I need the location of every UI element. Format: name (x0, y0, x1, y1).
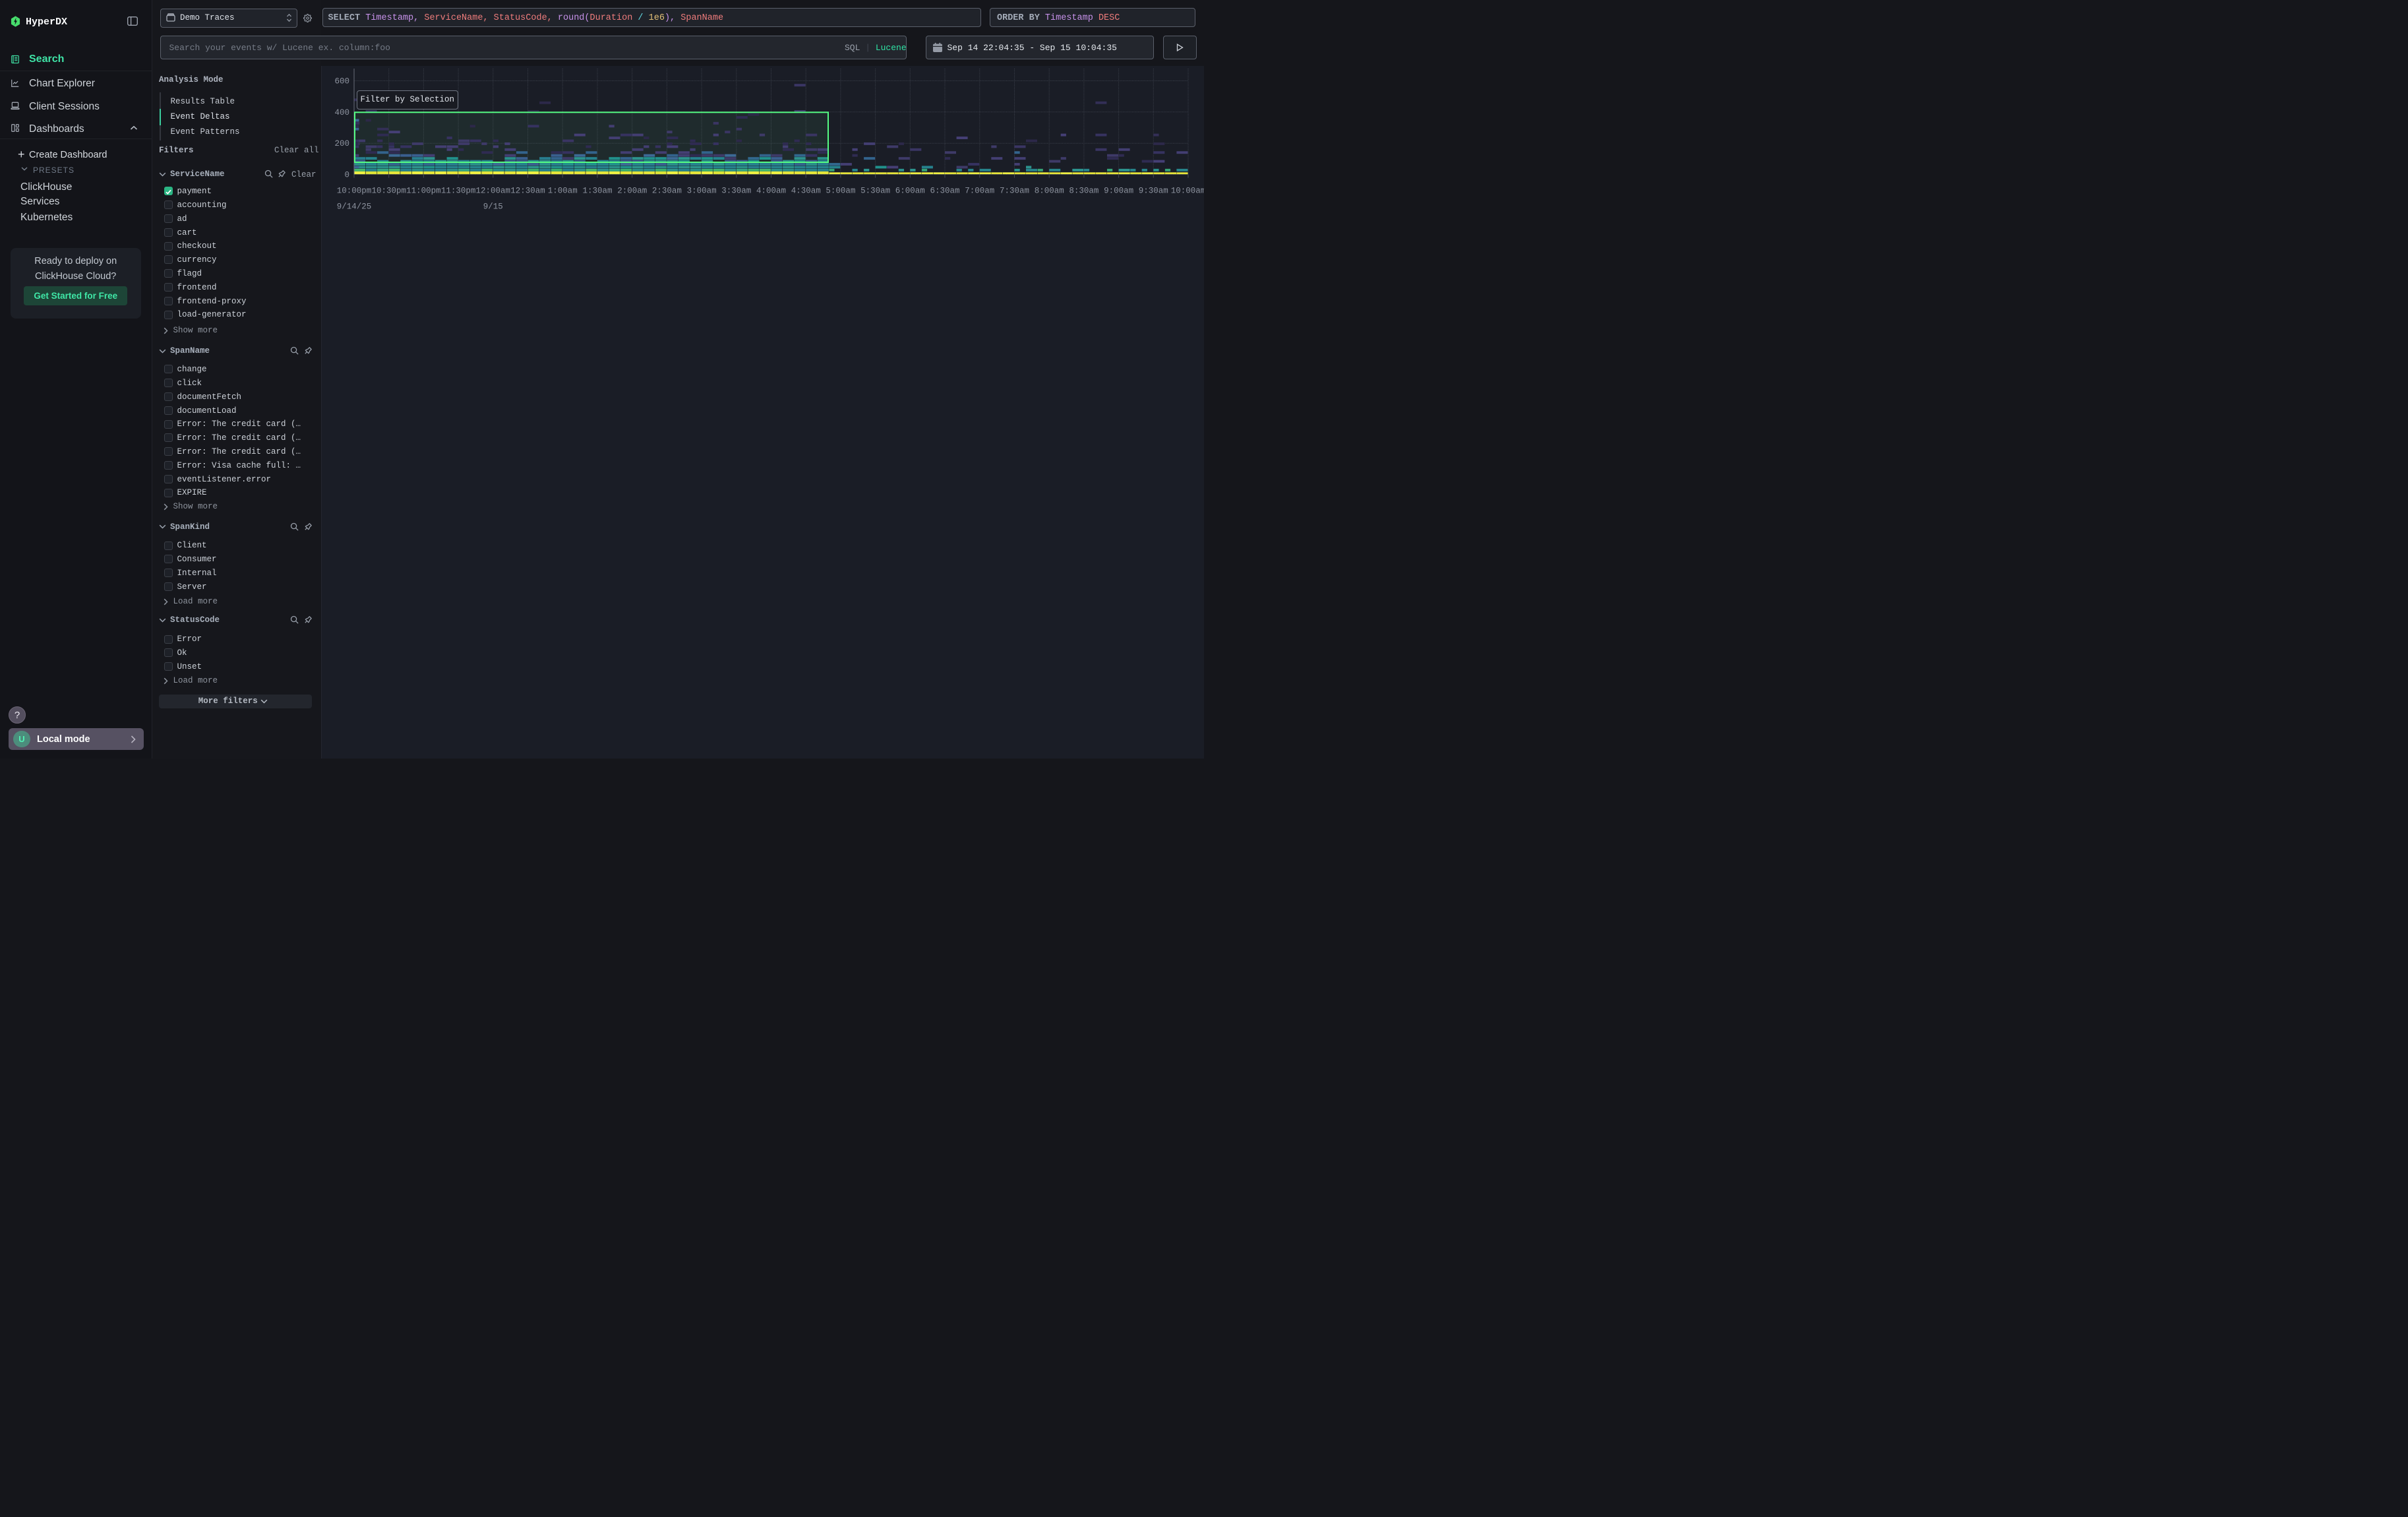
svg-text:1:30am: 1:30am (582, 187, 612, 196)
svg-text:5:30am: 5:30am (860, 187, 890, 196)
svg-text:11:30pm: 11:30pm (440, 187, 475, 196)
svg-text:3:00am: 3:00am (686, 187, 716, 196)
svg-text:8:30am: 8:30am (1069, 187, 1099, 196)
svg-text:11:00pm: 11:00pm (406, 187, 441, 196)
svg-text:10:00pm: 10:00pm (336, 187, 371, 196)
svg-text:8:00am: 8:00am (1034, 187, 1064, 196)
svg-text:9:00am: 9:00am (1104, 187, 1133, 196)
svg-text:3:30am: 3:30am (721, 187, 751, 196)
svg-text:6:30am: 6:30am (930, 187, 959, 196)
svg-text:10:00am: 10:00am (1170, 187, 1204, 196)
svg-text:10:30pm: 10:30pm (371, 187, 406, 196)
svg-text:200: 200 (334, 139, 349, 148)
svg-text:9:30am: 9:30am (1138, 187, 1168, 196)
svg-text:6:00am: 6:00am (895, 187, 924, 196)
svg-text:2:00am: 2:00am (617, 187, 647, 196)
svg-text:5:00am: 5:00am (826, 187, 855, 196)
svg-text:7:00am: 7:00am (965, 187, 994, 196)
svg-text:400: 400 (334, 108, 349, 117)
svg-text:12:30am: 12:30am (510, 187, 545, 196)
svg-text:9/14/25: 9/14/25 (336, 202, 371, 212)
svg-text:1:00am: 1:00am (547, 187, 577, 196)
svg-text:600: 600 (334, 77, 349, 86)
svg-text:4:30am: 4:30am (791, 187, 820, 196)
svg-text:2:30am: 2:30am (651, 187, 681, 196)
svg-text:12:00am: 12:00am (475, 187, 510, 196)
svg-text:0: 0 (344, 171, 349, 180)
svg-text:4:00am: 4:00am (756, 187, 785, 196)
svg-text:7:30am: 7:30am (999, 187, 1029, 196)
svg-text:9/15: 9/15 (483, 202, 502, 212)
